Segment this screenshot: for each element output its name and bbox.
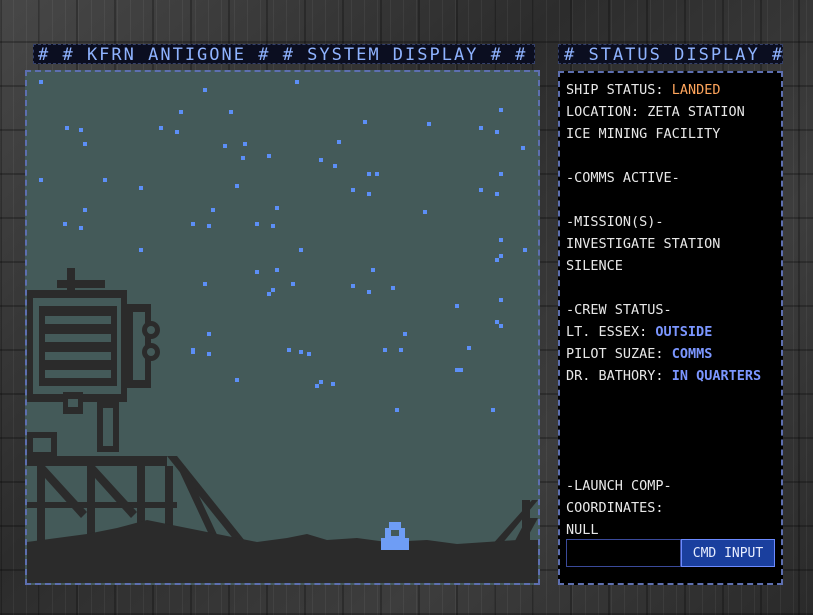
ship-status-value: LANDED [671,82,721,98]
crew-state: IN QUARTERS [671,368,762,384]
launch-header: -LAUNCH COMP- [566,478,672,494]
player-rover [381,522,409,550]
ground [27,520,538,583]
status-display-panel: SHIP STATUS: LANDED LOCATION: ZETA STATI… [558,71,783,585]
location-line2: ICE MINING FACILITY [566,126,721,142]
crew-name: LT. ESSEX: [566,324,648,340]
status-display-title: # STATUS DISPLAY # [558,44,783,64]
ship-status-row: SHIP STATUS: LANDED [566,79,781,101]
mission-line1: INVESTIGATE STATION [566,236,721,252]
command-row: CMD INPUT [566,539,775,567]
command-input[interactable] [566,539,681,567]
crew-name: DR. BATHORY: [566,368,664,384]
crew-state: OUTSIDE [655,324,713,340]
planet-scene [27,268,538,583]
cmd-input-button[interactable]: CMD INPUT [681,539,775,567]
system-display-title: # # KFRN ANTIGONE # # SYSTEM DISPLAY # # [33,44,535,64]
system-display-viewport [25,70,540,585]
crew-header: -CREW STATUS- [566,302,672,318]
crew-row-bathory: DR. BATHORY: IN QUARTERS [566,365,781,387]
crew-name: PILOT SUZAE: [566,346,664,362]
mission-line2: SILENCE [566,258,623,274]
comms-status: -COMMS ACTIVE- [566,170,680,186]
coordinates-value: NULL [566,522,599,538]
crew-row-suzae: PILOT SUZAE: COMMS [566,343,781,365]
coordinates-label: COORDINATES: [566,500,664,516]
crew-row-essex: LT. ESSEX: OUTSIDE [566,321,781,343]
location-line1: LOCATION: ZETA STATION [566,104,745,120]
crew-state: COMMS [671,346,713,362]
mining-station [27,268,160,458]
missions-header: -MISSION(S)- [566,214,664,230]
ship-status-label: SHIP STATUS: [566,82,664,98]
